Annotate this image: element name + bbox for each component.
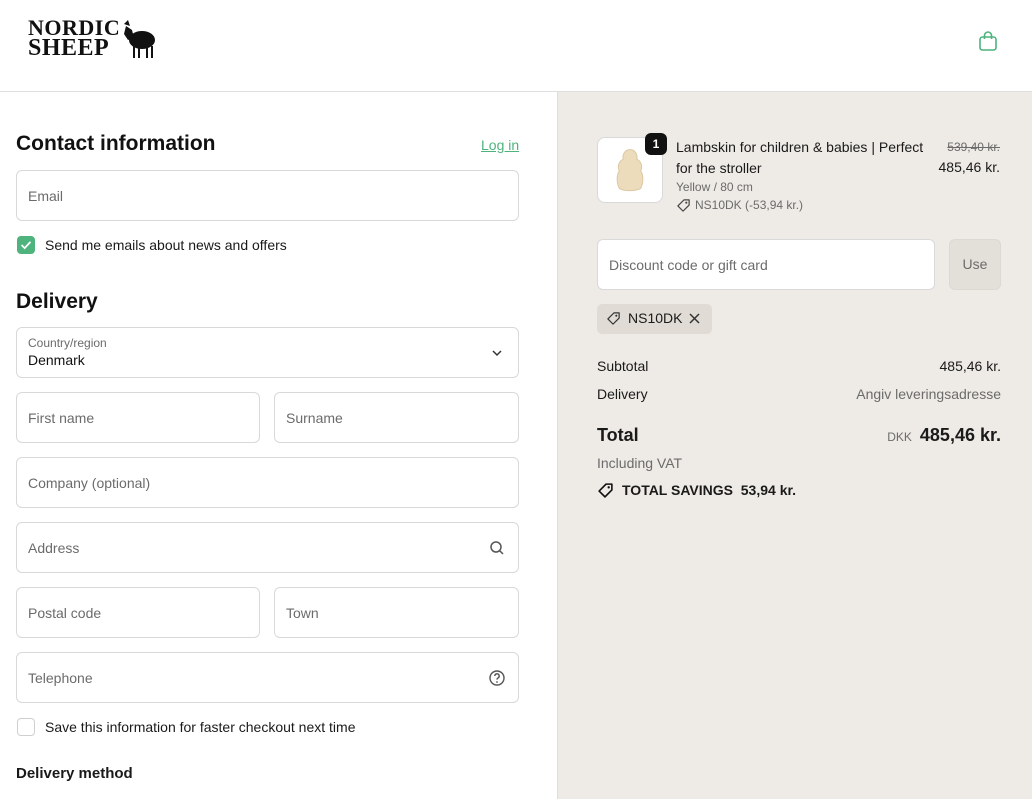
postal-code-placeholder: Postal code: [28, 604, 102, 621]
vat-note: Including VAT: [597, 455, 683, 471]
brand-logo[interactable]: NORDIC SHEEP: [28, 17, 163, 64]
first-name-placeholder: First name: [28, 409, 95, 426]
subtotal-label: Subtotal: [597, 358, 649, 374]
save-info-label: Save this information for faster checkou…: [45, 719, 356, 735]
shopping-bag-icon[interactable]: [977, 30, 999, 52]
total-value: 485,46 kr.: [919, 425, 1001, 445]
email-placeholder: Email: [28, 187, 64, 204]
login-link[interactable]: Log in: [481, 137, 519, 153]
newsletter-checkbox[interactable]: [17, 236, 35, 254]
country-select[interactable]: Country/region Denmark: [16, 327, 519, 378]
total-currency: DKK: [887, 430, 912, 444]
discount-code-placeholder: Discount code or gift card: [609, 256, 768, 273]
product-variant: Yellow / 80 cm: [676, 180, 753, 194]
delivery-value: Angiv leveringsadresse: [856, 386, 1001, 402]
company-field[interactable]: Company (optional): [16, 457, 519, 508]
tag-icon: [607, 312, 620, 325]
save-info-checkbox[interactable]: [17, 718, 35, 736]
delivery-label: Delivery: [597, 386, 648, 402]
discount-code-input[interactable]: Discount code or gift card: [597, 239, 935, 290]
total-savings-label: TOTAL SAVINGS: [622, 482, 733, 498]
country-value: Denmark: [28, 352, 85, 368]
brand-wordmark: NORDIC SHEEP: [28, 17, 120, 61]
product-discount-text: NS10DK (-53,94 kr.): [695, 198, 804, 212]
town-field[interactable]: Town: [274, 587, 519, 638]
applied-discount-chip: NS10DK: [597, 304, 712, 334]
sheep-icon: [124, 20, 155, 58]
brand-line2: SHEEP: [28, 35, 110, 61]
delivery-method-title: Delivery method: [16, 765, 133, 782]
subtotal-value: 485,46 kr.: [939, 358, 1002, 374]
total-row: Total DKK 485,46 kr.: [597, 425, 1001, 449]
product-title: Lambskin for children & babies | Perfect…: [676, 139, 924, 176]
order-summary: 1 Lambskin for children & babies | Perfe…: [557, 92, 1032, 799]
contact-title: Contact information: [16, 132, 216, 155]
product-price: 485,46 kr.: [938, 159, 1001, 175]
product-original-price: 539,40 kr.: [947, 140, 1000, 154]
address-placeholder: Address: [28, 539, 80, 556]
town-placeholder: Town: [286, 604, 319, 621]
address-field[interactable]: Address: [16, 522, 519, 573]
check-icon: [20, 241, 32, 250]
surname-field[interactable]: Surname: [274, 392, 519, 443]
tag-icon: [598, 483, 613, 498]
tag-icon: [677, 199, 690, 212]
applied-discount-code: NS10DK: [628, 310, 683, 326]
country-label: Country/region: [28, 336, 107, 350]
postal-code-field[interactable]: Postal code: [16, 587, 260, 638]
newsletter-label: Send me emails about news and offers: [45, 237, 287, 253]
telephone-field[interactable]: Telephone: [16, 652, 519, 703]
company-placeholder: Company (optional): [28, 474, 151, 491]
chevron-down-icon: [492, 349, 502, 356]
telephone-placeholder: Telephone: [28, 669, 93, 686]
help-icon[interactable]: [488, 669, 506, 687]
total-savings-value: 53,94 kr.: [740, 482, 797, 498]
delivery-title: Delivery: [16, 290, 98, 313]
total-label: Total: [597, 425, 639, 445]
quantity-badge: 1: [645, 133, 667, 155]
total-amount: DKK 485,46 kr.: [887, 425, 1001, 446]
email-field[interactable]: Email: [16, 170, 519, 221]
remove-discount-icon[interactable]: [688, 312, 701, 325]
search-icon: [490, 540, 504, 555]
header: NORDIC SHEEP: [0, 0, 1032, 92]
surname-placeholder: Surname: [286, 409, 343, 426]
total-savings-text: TOTAL SAVINGS 53,94 kr.: [622, 482, 796, 498]
checkout-form: Contact information Log in Email Send me…: [0, 92, 557, 799]
first-name-field[interactable]: First name: [16, 392, 260, 443]
apply-discount-button[interactable]: Use: [949, 239, 1001, 290]
